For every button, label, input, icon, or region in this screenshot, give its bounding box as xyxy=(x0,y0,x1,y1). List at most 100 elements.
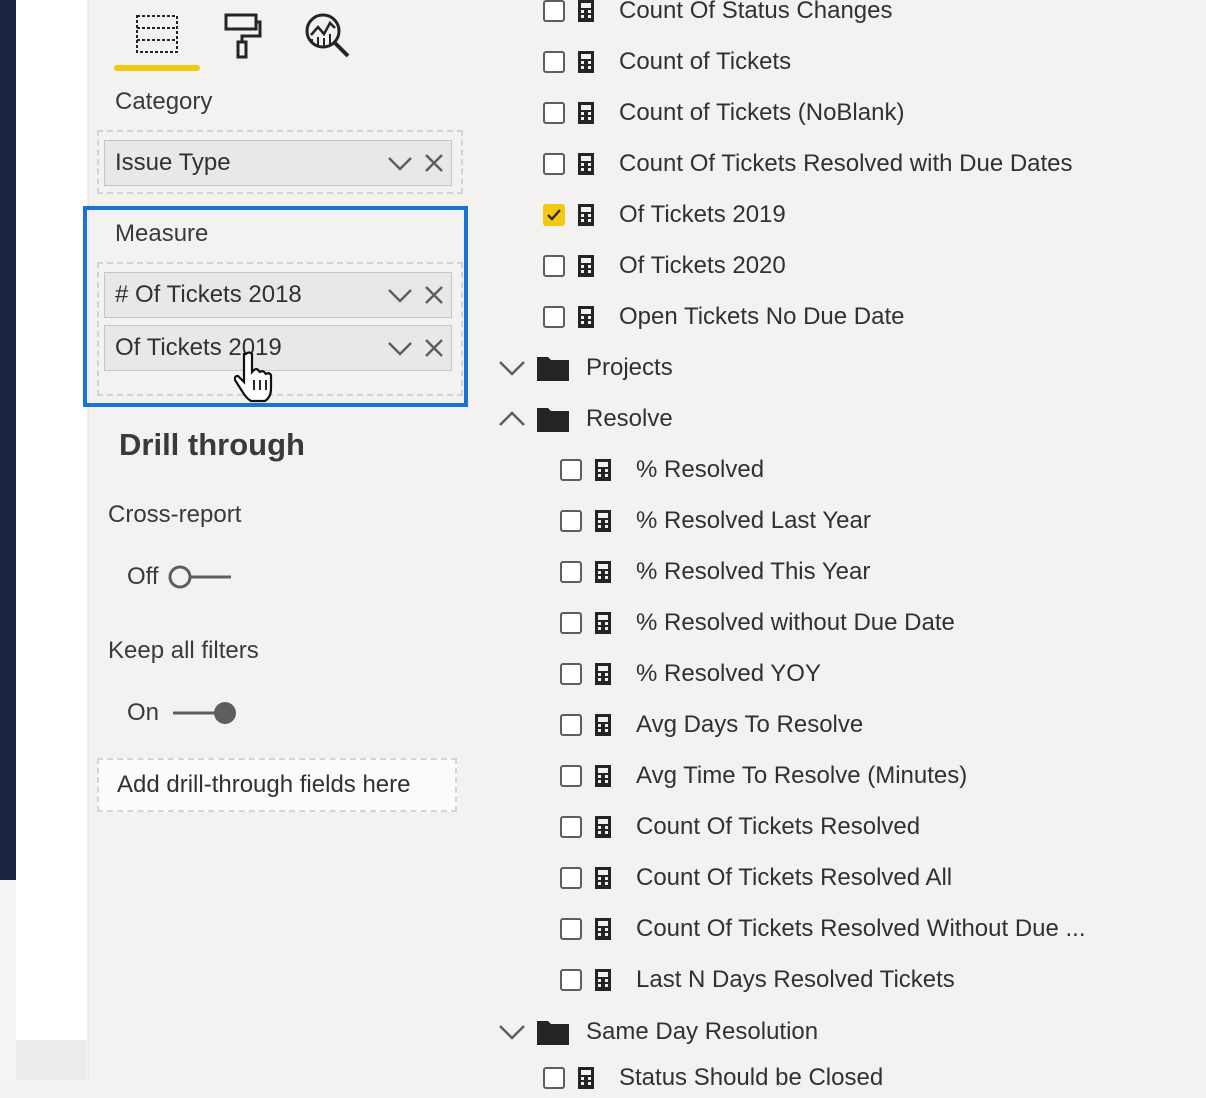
field-measure-label: Count of Tickets (NoBlank) xyxy=(619,99,905,126)
field-measure-row[interactable]: % Resolved This Year xyxy=(560,552,870,592)
calculator-icon xyxy=(595,765,611,787)
format-roller-icon[interactable] xyxy=(217,10,267,60)
checkbox[interactable] xyxy=(560,816,582,838)
calculator-icon xyxy=(595,714,611,736)
field-measure-row[interactable]: Avg Days To Resolve xyxy=(560,705,863,745)
field-measure-label: Open Tickets No Due Date xyxy=(619,303,905,330)
field-folder-label: Projects xyxy=(586,354,673,381)
field-folder-label: Resolve xyxy=(586,405,673,432)
checkbox[interactable] xyxy=(560,765,582,787)
category-label: Category xyxy=(115,88,213,115)
calculator-icon xyxy=(595,612,611,634)
field-measure-row[interactable]: Open Tickets No Due Date xyxy=(543,297,904,337)
field-measure-label: Count Of Tickets Resolved All xyxy=(636,864,953,891)
calculator-icon xyxy=(578,51,594,73)
field-measure-label: Status Should be Closed xyxy=(619,1064,884,1091)
calculator-icon xyxy=(595,663,611,685)
calculator-icon xyxy=(595,459,611,481)
field-measure-label: % Resolved xyxy=(636,456,765,483)
active-tab-indicator xyxy=(114,65,200,71)
field-measure-row[interactable]: Count Of Status Changes xyxy=(543,0,893,31)
field-measure-row[interactable]: Status Should be Closed xyxy=(543,1058,883,1098)
field-folder-row[interactable]: Resolve xyxy=(498,399,673,439)
drop-zone-text: Add drill-through fields here xyxy=(117,771,411,798)
field-measure-label: % Resolved Last Year xyxy=(636,507,871,534)
report-canvas-edge xyxy=(0,0,16,880)
field-measure-label: Avg Days To Resolve xyxy=(636,711,864,738)
field-measure-label: % Resolved YOY xyxy=(636,660,821,687)
field-measure-row[interactable]: Count of Tickets xyxy=(543,42,791,82)
cross-report-toggle[interactable]: Off xyxy=(127,562,235,592)
canvas-bottom-bar xyxy=(0,880,16,1080)
field-measure-label: Count Of Tickets Resolved Without Due ..… xyxy=(636,915,1086,942)
checkbox[interactable] xyxy=(543,306,565,328)
drill-through-heading: Drill through xyxy=(119,427,305,462)
calculator-icon xyxy=(578,255,594,277)
checkbox[interactable] xyxy=(543,1067,565,1089)
field-measure-row[interactable]: Last N Days Resolved Tickets xyxy=(560,960,955,1000)
field-measure-row[interactable]: % Resolved YOY xyxy=(560,654,821,694)
field-measure-row[interactable]: Of Tickets 2020 xyxy=(543,246,786,286)
checkbox-checked[interactable] xyxy=(543,204,565,226)
field-measure-label: Of Tickets 2019 xyxy=(619,201,786,228)
field-measure-row[interactable]: Count Of Tickets Resolved xyxy=(560,807,920,847)
checkbox[interactable] xyxy=(560,612,582,634)
field-measure-label: Count of Tickets xyxy=(619,48,792,75)
chevron-down-icon[interactable] xyxy=(387,152,413,181)
field-measure-row[interactable]: Avg Time To Resolve (Minutes) xyxy=(560,756,967,796)
field-measure-row[interactable]: Count of Tickets (NoBlank) xyxy=(543,93,904,133)
chevron-down-icon[interactable] xyxy=(498,1022,526,1042)
keep-all-filters-label: Keep all filters xyxy=(108,637,259,664)
fields-well-icon[interactable] xyxy=(132,10,182,60)
page-tabs-bar xyxy=(16,1040,87,1080)
checkbox[interactable] xyxy=(560,510,582,532)
field-folder-row[interactable]: Projects xyxy=(498,348,673,388)
checkbox[interactable] xyxy=(543,153,565,175)
calculator-icon xyxy=(595,816,611,838)
cross-report-label: Cross-report xyxy=(108,501,242,528)
checkbox[interactable] xyxy=(560,867,582,889)
calculator-icon xyxy=(595,867,611,889)
folder-icon xyxy=(537,408,569,432)
field-measure-label: Of Tickets 2020 xyxy=(619,252,786,279)
field-measure-label: % Resolved without Due Date xyxy=(636,609,955,636)
calculator-icon xyxy=(595,918,611,940)
close-icon[interactable] xyxy=(423,152,445,181)
checkbox[interactable] xyxy=(543,102,565,124)
category-field-pill[interactable]: Issue Type xyxy=(104,140,452,186)
cross-report-state: Off xyxy=(127,563,159,590)
checkbox[interactable] xyxy=(560,969,582,991)
chevron-down-icon[interactable] xyxy=(498,358,526,378)
checkbox[interactable] xyxy=(543,51,565,73)
calculator-icon xyxy=(578,306,594,328)
field-folder-row[interactable]: Same Day Resolution xyxy=(498,1012,818,1052)
analytics-magnifier-icon[interactable] xyxy=(302,10,352,60)
checkbox[interactable] xyxy=(560,459,582,481)
field-measure-row[interactable]: Of Tickets 2019 xyxy=(543,195,786,235)
keep-all-filters-toggle[interactable]: On xyxy=(127,698,241,728)
checkbox[interactable] xyxy=(560,561,582,583)
field-measure-row[interactable]: % Resolved without Due Date xyxy=(560,603,955,643)
field-measure-row[interactable]: Count Of Tickets Resolved Without Due ..… xyxy=(560,909,1086,949)
chevron-up-icon[interactable] xyxy=(498,409,526,429)
checkbox[interactable] xyxy=(543,0,565,22)
report-canvas xyxy=(16,0,87,1040)
field-measure-row[interactable]: % Resolved xyxy=(560,450,764,490)
field-measure-row[interactable]: % Resolved Last Year xyxy=(560,501,871,541)
checkbox[interactable] xyxy=(560,918,582,940)
field-measure-row[interactable]: Count Of Tickets Resolved with Due Dates xyxy=(543,144,1073,184)
checkbox[interactable] xyxy=(543,255,565,277)
field-measure-label: Count Of Tickets Resolved xyxy=(636,813,921,840)
field-measure-label: Count Of Tickets Resolved with Due Dates xyxy=(619,150,1073,177)
calculator-icon xyxy=(578,102,594,124)
measure-highlight-box xyxy=(83,206,468,407)
checkbox[interactable] xyxy=(560,714,582,736)
field-measure-label: Avg Time To Resolve (Minutes) xyxy=(636,762,968,789)
drill-through-drop-zone[interactable]: Add drill-through fields here xyxy=(97,758,457,812)
keep-all-filters-state: On xyxy=(127,699,160,726)
field-measure-label: % Resolved This Year xyxy=(636,558,871,585)
calculator-icon xyxy=(595,969,611,991)
checkbox[interactable] xyxy=(560,663,582,685)
hand-cursor-icon xyxy=(233,350,274,409)
field-measure-row[interactable]: Count Of Tickets Resolved All xyxy=(560,858,952,898)
